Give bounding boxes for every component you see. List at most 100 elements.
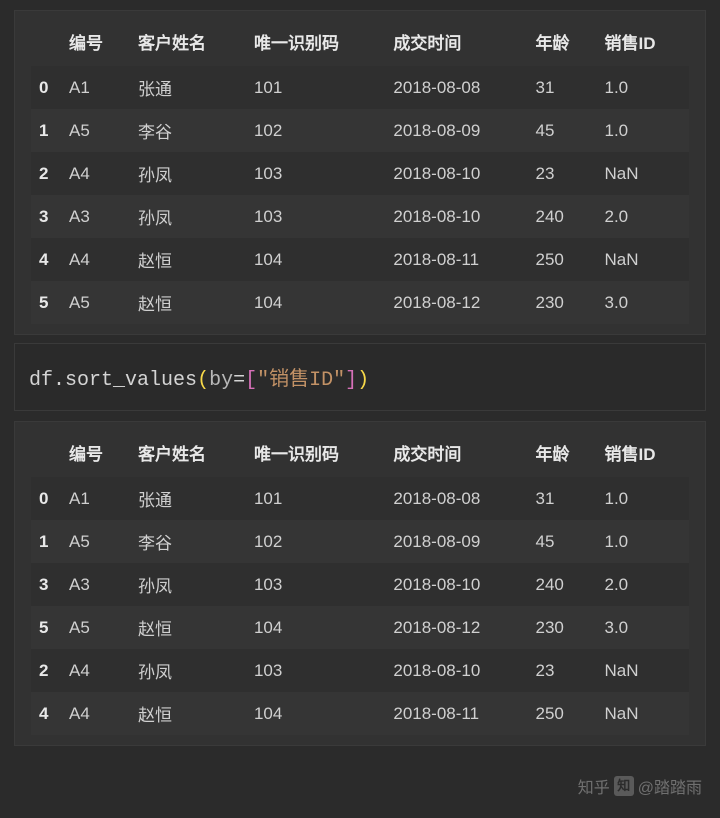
- cell-成交时间: 2018-08-10: [385, 195, 527, 238]
- table-row: 5A5赵恒1042018-08-122303.0: [31, 606, 689, 649]
- cell-销售ID: 2.0: [597, 195, 690, 238]
- idx: 0: [31, 66, 61, 109]
- table-row: 1A5李谷1022018-08-09451.0: [31, 520, 689, 563]
- table-row: 3A3孙凤1032018-08-102402.0: [31, 195, 689, 238]
- table-row: 1A5李谷1022018-08-09451.0: [31, 109, 689, 152]
- cell-客户姓名: 赵恒: [130, 692, 246, 735]
- cell-编号: A1: [61, 477, 130, 520]
- cell-销售ID: NaN: [597, 238, 690, 281]
- cell-销售ID: NaN: [597, 692, 690, 735]
- cell-唯一识别码: 102: [246, 520, 385, 563]
- cell-客户姓名: 孙凤: [130, 563, 246, 606]
- code-kwarg: by: [209, 369, 233, 392]
- idx: 3: [31, 563, 61, 606]
- cell-客户姓名: 孙凤: [130, 152, 246, 195]
- cell-编号: A5: [61, 109, 130, 152]
- idx: 0: [31, 477, 61, 520]
- cell-编号: A5: [61, 281, 130, 324]
- cell-成交时间: 2018-08-09: [385, 520, 527, 563]
- cell-年龄: 31: [527, 477, 596, 520]
- col-成交时间: 成交时间: [385, 19, 527, 66]
- cell-编号: A1: [61, 66, 130, 109]
- col-年龄: 年龄: [527, 19, 596, 66]
- cell-唯一识别码: 103: [246, 649, 385, 692]
- code-method: sort_values: [65, 369, 197, 392]
- table-row: 3A3孙凤1032018-08-102402.0: [31, 563, 689, 606]
- idx: 5: [31, 281, 61, 324]
- table-row: 5A5赵恒1042018-08-122303.0: [31, 281, 689, 324]
- cell-成交时间: 2018-08-12: [385, 281, 527, 324]
- cell-销售ID: 1.0: [597, 109, 690, 152]
- cell-年龄: 45: [527, 109, 596, 152]
- cell-成交时间: 2018-08-12: [385, 606, 527, 649]
- table-row: 0A1张通1012018-08-08311.0: [31, 66, 689, 109]
- bracket-close: ]: [345, 369, 357, 392]
- idx: 2: [31, 649, 61, 692]
- col-成交时间: 成交时间: [385, 430, 527, 477]
- col-编号: 编号: [61, 430, 130, 477]
- cell-唯一识别码: 102: [246, 109, 385, 152]
- cell-客户姓名: 赵恒: [130, 606, 246, 649]
- cell-唯一识别码: 101: [246, 477, 385, 520]
- cell-编号: A3: [61, 563, 130, 606]
- col-唯一识别码: 唯一识别码: [246, 430, 385, 477]
- cell-年龄: 23: [527, 649, 596, 692]
- cell-编号: A5: [61, 606, 130, 649]
- cell-成交时间: 2018-08-09: [385, 109, 527, 152]
- cell-成交时间: 2018-08-10: [385, 563, 527, 606]
- cell-唯一识别码: 101: [246, 66, 385, 109]
- col-编号: 编号: [61, 19, 130, 66]
- idx: 2: [31, 152, 61, 195]
- zhihu-brand: 知乎: [578, 774, 610, 798]
- col-销售ID: 销售ID: [597, 19, 690, 66]
- zhihu-icon: 知: [614, 776, 634, 796]
- cell-唯一识别码: 104: [246, 238, 385, 281]
- cell-编号: A3: [61, 195, 130, 238]
- cell-编号: A5: [61, 520, 130, 563]
- cell-年龄: 250: [527, 238, 596, 281]
- col-index: [31, 430, 61, 477]
- cell-销售ID: 3.0: [597, 281, 690, 324]
- table-row: 0A1张通1012018-08-08311.0: [31, 477, 689, 520]
- col-客户姓名: 客户姓名: [130, 430, 246, 477]
- cell-唯一识别码: 103: [246, 195, 385, 238]
- cell-销售ID: 1.0: [597, 520, 690, 563]
- table-row: 4A4赵恒1042018-08-11250NaN: [31, 692, 689, 735]
- cell-客户姓名: 孙凤: [130, 649, 246, 692]
- cell-客户姓名: 赵恒: [130, 281, 246, 324]
- col-客户姓名: 客户姓名: [130, 19, 246, 66]
- cell-客户姓名: 李谷: [130, 109, 246, 152]
- cell-客户姓名: 赵恒: [130, 238, 246, 281]
- table-1-body: 0A1张通1012018-08-08311.01A5李谷1022018-08-0…: [31, 66, 689, 324]
- table-1: 编号 客户姓名 唯一识别码 成交时间 年龄 销售ID 0A1张通1012018-…: [31, 19, 689, 324]
- zhihu-author: @踏踏雨: [638, 774, 702, 798]
- cell-年龄: 240: [527, 195, 596, 238]
- table-row: 2A4孙凤1032018-08-1023NaN: [31, 649, 689, 692]
- cell-编号: A4: [61, 238, 130, 281]
- cell-年龄: 230: [527, 606, 596, 649]
- col-销售ID: 销售ID: [597, 430, 690, 477]
- cell-销售ID: NaN: [597, 152, 690, 195]
- cell-客户姓名: 李谷: [130, 520, 246, 563]
- cell-唯一识别码: 103: [246, 152, 385, 195]
- cell-成交时间: 2018-08-10: [385, 152, 527, 195]
- cell-年龄: 230: [527, 281, 596, 324]
- idx: 3: [31, 195, 61, 238]
- cell-唯一识别码: 103: [246, 563, 385, 606]
- cell-成交时间: 2018-08-08: [385, 477, 527, 520]
- cell-年龄: 250: [527, 692, 596, 735]
- cell-成交时间: 2018-08-10: [385, 649, 527, 692]
- idx: 5: [31, 606, 61, 649]
- idx: 4: [31, 238, 61, 281]
- cell-年龄: 31: [527, 66, 596, 109]
- table-header-row: 编号 客户姓名 唯一识别码 成交时间 年龄 销售ID: [31, 430, 689, 477]
- col-年龄: 年龄: [527, 430, 596, 477]
- cell-销售ID: NaN: [597, 649, 690, 692]
- cell-年龄: 240: [527, 563, 596, 606]
- cell-客户姓名: 张通: [130, 477, 246, 520]
- watermark: 知乎 知 @踏踏雨: [578, 774, 702, 798]
- cell-唯一识别码: 104: [246, 692, 385, 735]
- cell-成交时间: 2018-08-08: [385, 66, 527, 109]
- cell-销售ID: 1.0: [597, 477, 690, 520]
- cell-销售ID: 1.0: [597, 66, 690, 109]
